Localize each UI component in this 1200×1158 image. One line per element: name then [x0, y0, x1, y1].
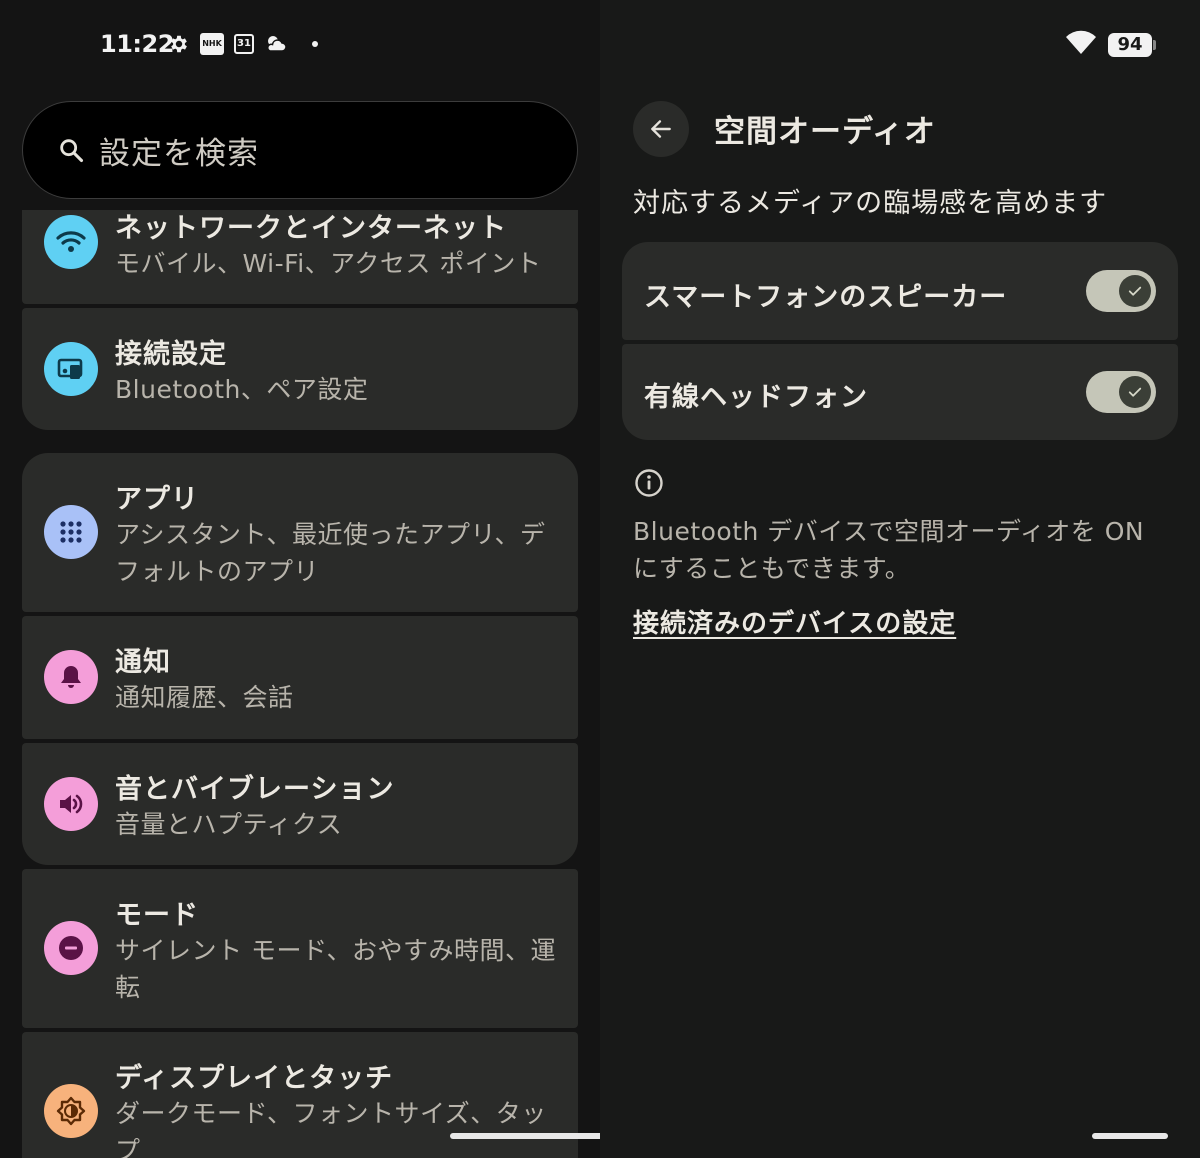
settings-item-modes[interactable]: モード サイレント モード、おやすみ時間、運転 [22, 869, 578, 1028]
switch-knob [1119, 275, 1151, 307]
toggle-label: 有線ヘッドフォン [644, 382, 868, 413]
wifi-icon [1065, 30, 1097, 56]
check-icon [1128, 387, 1142, 397]
spatial-audio-pane: 94 空間オーディオ 対応するメディアの臨場感を高めます スマートフォンのスピー… [600, 0, 1200, 1158]
settings-item-display[interactable]: ディスプレイとタッチ ダークモード、フォントサイズ、タップ [22, 1032, 578, 1158]
minus-circle-icon [44, 921, 98, 975]
apps-grid-icon [44, 505, 98, 559]
page-title: 空間オーディオ [714, 114, 936, 150]
info-text: Bluetooth デバイスで空間オーディオを ON にすることもできます。 [633, 517, 1145, 583]
toggle-row-phone-speaker[interactable]: スマートフォンのスピーカー [622, 242, 1178, 340]
switch-knob [1119, 376, 1151, 408]
settings-item-subtitle: サイレント モード、おやすみ時間、運転 [115, 936, 556, 1002]
arrow-left-icon [651, 120, 671, 138]
settings-item-subtitle: ダークモード、フォントサイズ、タップ [115, 1099, 547, 1158]
status-time: 11:22 [100, 30, 174, 58]
volume-icon [44, 777, 98, 831]
page-description: 対応するメディアの臨場感を高めます [633, 188, 1108, 219]
settings-item-title: 接続設定 [115, 339, 227, 370]
settings-item-apps[interactable]: アプリ アシスタント、最近使ったアプリ、デフォルトのアプリ [22, 453, 578, 612]
battery-tip [1153, 40, 1156, 50]
connected-devices-settings-link[interactable]: 接続済みのデバイスの設定 [633, 603, 956, 640]
devices-icon [44, 342, 98, 396]
notification-dot [312, 41, 318, 47]
bell-icon [44, 650, 98, 704]
settings-pane: 11:22 NHK 31 設定を検索 ネットワークとインターネット モバイル、W… [0, 0, 600, 1158]
weather-icon [264, 33, 288, 55]
settings-item-title: ディスプレイとタッチ [115, 1063, 394, 1094]
wired-headphones-switch[interactable] [1086, 371, 1156, 413]
settings-item-sound[interactable]: 音とバイブレーション 音量とハプティクス [22, 743, 578, 865]
settings-item-subtitle: アシスタント、最近使ったアプリ、デフォルトのアプリ [115, 520, 546, 586]
toggle-label: スマートフォンのスピーカー [644, 282, 1008, 313]
check-icon [1128, 286, 1142, 296]
settings-item-subtitle: 音量とハプティクス [115, 810, 343, 839]
settings-item-title: ネットワークとインターネット [115, 213, 507, 244]
brightness-icon [44, 1084, 98, 1138]
settings-item-title: アプリ [115, 484, 199, 515]
settings-item-subtitle: モバイル、Wi-Fi、アクセス ポイント [115, 249, 542, 278]
settings-search-bar[interactable]: 設定を検索 [22, 101, 578, 199]
search-icon [57, 136, 85, 164]
settings-item-title: 通知 [115, 647, 171, 678]
battery-icon: 94 [1108, 33, 1152, 57]
gesture-nav-bar[interactable] [1092, 1133, 1168, 1139]
gear-icon [168, 33, 190, 55]
settings-item-title: モード [115, 900, 199, 931]
nhk-icon: NHK [200, 33, 224, 55]
back-button[interactable] [633, 101, 689, 157]
status-icons: NHK 31 [168, 33, 318, 55]
info-icon [634, 468, 664, 502]
settings-item-network[interactable]: ネットワークとインターネット モバイル、Wi-Fi、アクセス ポイント [22, 210, 578, 304]
gesture-nav-bar[interactable] [450, 1133, 600, 1139]
settings-item-notifications[interactable]: 通知 通知履歴、会話 [22, 616, 578, 739]
search-placeholder: 設定を検索 [99, 135, 259, 172]
wifi-icon [44, 215, 98, 269]
phone-speaker-switch[interactable] [1086, 270, 1156, 312]
settings-item-connections[interactable]: 接続設定 Bluetooth、ペア設定 [22, 308, 578, 430]
settings-item-subtitle: Bluetooth、ペア設定 [115, 375, 369, 404]
toggle-row-wired-headphones[interactable]: 有線ヘッドフォン [622, 344, 1178, 440]
calendar-icon: 31 [234, 34, 254, 54]
settings-item-title: 音とバイブレーション [115, 774, 395, 805]
settings-item-subtitle: 通知履歴、会話 [115, 683, 294, 712]
